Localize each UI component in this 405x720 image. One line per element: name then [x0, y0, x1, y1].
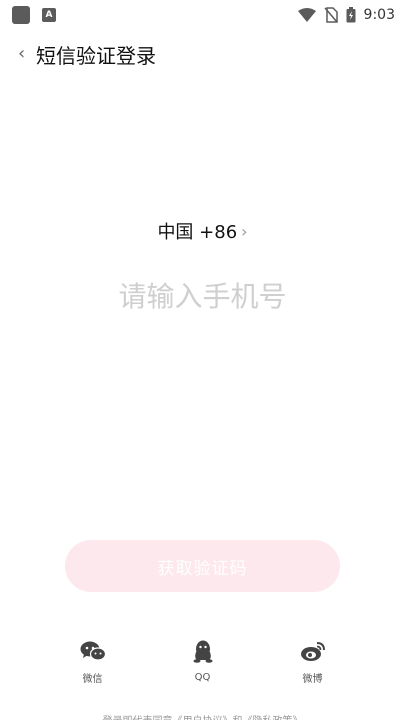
get-code-button[interactable]: 获取验证码 [65, 540, 340, 592]
a-icon: A [42, 8, 56, 22]
agreement-text[interactable]: 登录即代表同意《用户协议》和《隐私政策》 [0, 712, 405, 720]
screen: A 9:03 ‹ 短信验证登录 中国 +86 › 获取验证码 [0, 0, 405, 720]
status-right: 9:03 [297, 7, 395, 23]
weibo-icon [300, 640, 326, 662]
social-label-qq: QQ [194, 672, 211, 683]
app-icon [12, 6, 30, 24]
back-icon[interactable]: ‹ [18, 45, 32, 63]
country-label: 中国 +86 [157, 222, 238, 243]
chevron-right-icon: › [241, 221, 248, 241]
social-label-wechat: 微信 [82, 674, 103, 685]
social-weibo[interactable]: 微博 [281, 640, 345, 685]
header: ‹ 短信验证登录 [0, 36, 405, 72]
phone-input[interactable] [60, 272, 345, 320]
status-bar: A 9:03 [0, 0, 405, 30]
no-sim-icon [323, 7, 338, 23]
wechat-icon [80, 640, 106, 662]
social-label-weibo: 微博 [302, 674, 323, 685]
status-time: 9:03 [363, 7, 395, 23]
social-login: 微信 QQ 微博 [0, 640, 405, 685]
page-title: 短信验证登录 [36, 43, 156, 68]
social-qq[interactable]: QQ [171, 640, 235, 685]
qq-icon [192, 640, 214, 664]
status-left: A [12, 6, 56, 24]
wifi-icon [297, 8, 316, 22]
battery-icon [346, 7, 356, 23]
country-selector[interactable]: 中国 +86 › [0, 218, 405, 244]
social-wechat[interactable]: 微信 [61, 640, 125, 685]
